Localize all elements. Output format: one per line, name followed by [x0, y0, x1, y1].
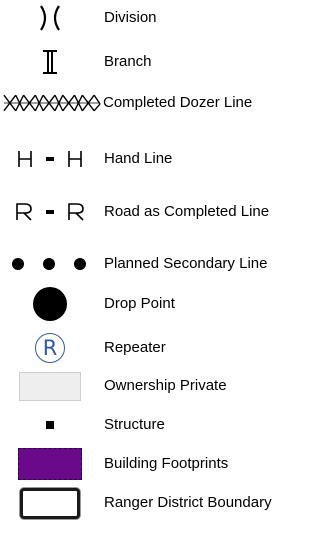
- legend-label-road-completed-line: Road as Completed Line: [104, 203, 270, 220]
- legend-item-planned-secondary-line: Planned Secondary Line: [0, 246, 327, 282]
- outline-box-icon: [20, 487, 80, 519]
- purple-fill-icon: [18, 448, 82, 480]
- light-gray-fill-icon: [19, 371, 81, 401]
- ranger-district-swatch: [0, 485, 100, 521]
- legend-label-ranger-district-boundary: Ranger District Boundary: [104, 494, 272, 511]
- division-icon: [0, 0, 100, 36]
- legend-label-ownership-private: Ownership Private: [104, 377, 227, 394]
- repeater-icon: R: [0, 330, 100, 366]
- legend-item-building-footprints: Building Footprints: [0, 446, 327, 482]
- circled-r-icon: R: [35, 333, 65, 363]
- structure-icon: [0, 407, 100, 443]
- legend-item-road-completed-line: Road as Completed Line: [0, 194, 327, 230]
- legend-item-drop-point: Drop Point: [0, 286, 327, 322]
- legend-item-ranger-district-boundary: Ranger District Boundary: [0, 485, 327, 521]
- legend-item-hand-line: Hand Line: [0, 141, 327, 177]
- legend-label-structure: Structure: [104, 416, 165, 433]
- legend-item-ownership-private: Ownership Private: [0, 368, 327, 404]
- legend-item-structure: Structure: [0, 407, 327, 443]
- x-chain-line-icon: [0, 85, 102, 121]
- legend-label-hand-line: Hand Line: [104, 150, 173, 167]
- legend-item-branch: Branch: [0, 44, 327, 80]
- legend-label-branch: Branch: [104, 53, 152, 70]
- road-line-icon: [0, 194, 100, 230]
- filled-circle-icon: [33, 287, 67, 321]
- legend-item-division: Division: [0, 0, 327, 36]
- legend-label-completed-dozer-line: Completed Dozer Line: [103, 94, 253, 111]
- ownership-private-swatch: [0, 368, 100, 404]
- map-legend: Division Branch Completed Dozer Line Han…: [0, 0, 327, 540]
- legend-item-completed-dozer-line: Completed Dozer Line: [0, 85, 327, 121]
- drop-point-icon: [0, 286, 100, 322]
- legend-label-planned-secondary-line: Planned Secondary Line: [104, 255, 268, 272]
- building-footprints-swatch: [0, 446, 100, 482]
- legend-label-drop-point: Drop Point: [104, 295, 175, 312]
- branch-icon: [0, 44, 100, 80]
- legend-label-repeater: Repeater: [104, 339, 166, 356]
- small-square-icon: [46, 421, 54, 429]
- hand-line-icon: [0, 141, 100, 177]
- legend-label-building-footprints: Building Footprints: [104, 455, 229, 472]
- legend-item-repeater: R Repeater: [0, 330, 327, 366]
- legend-label-division: Division: [104, 9, 157, 26]
- three-dots-icon: [0, 246, 100, 282]
